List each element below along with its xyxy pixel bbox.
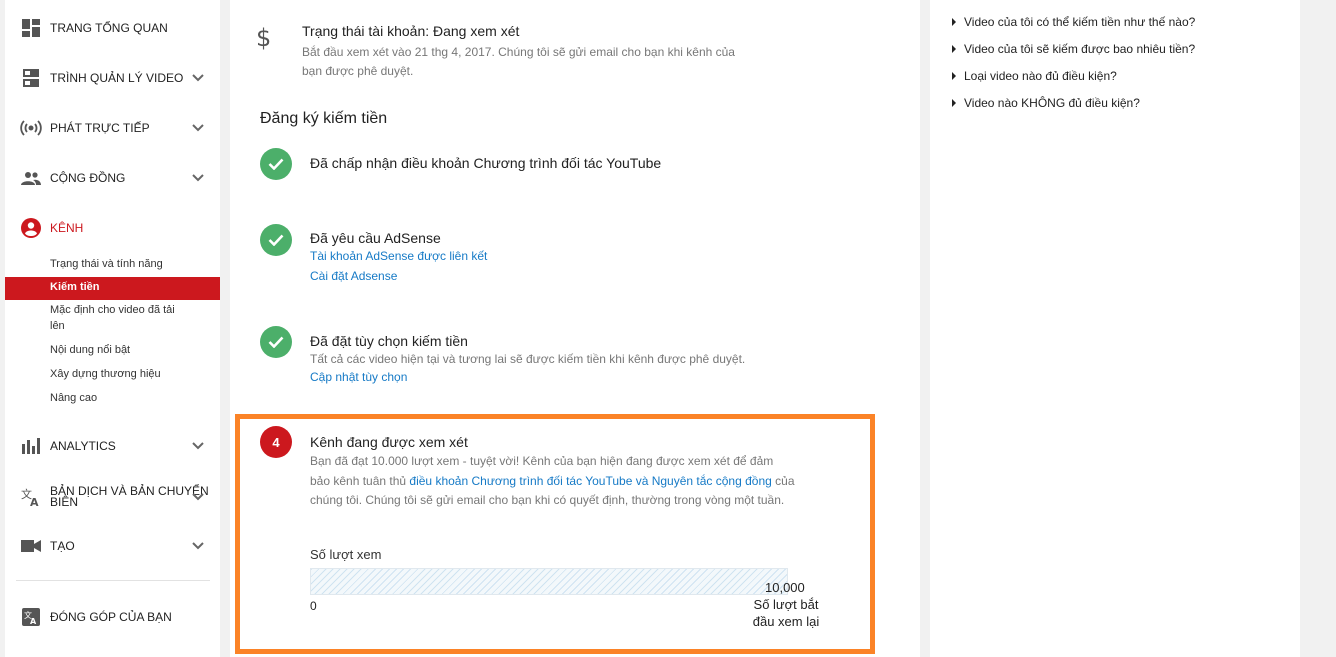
step2-title: Đã yêu cầu AdSense [310, 230, 441, 246]
nav-dashboard-label: TRANG TỔNG QUAN [50, 21, 168, 35]
partner-terms-link[interactable]: điều khoản Chương trình đối tác YouTube … [409, 474, 771, 488]
sidebar: TRANG TỔNG QUAN TRÌNH QUẢN LÝ VIDEO PHÁT… [5, 0, 220, 657]
chevron-down-icon[interactable] [191, 490, 205, 504]
sub-upload-defaults-line2: lên [50, 320, 65, 332]
step4-desc: Bạn đã đạt 10.000 lượt xem - tuyệt vời! … [310, 452, 795, 511]
account-status-desc-line1: Bắt đầu xem xét vào 21 thg 4, 2017. Chún… [302, 45, 735, 59]
video-manager-icon [20, 67, 42, 89]
triangle-right-icon [952, 45, 956, 53]
nav-video-manager-label: TRÌNH QUẢN LÝ VIDEO [50, 71, 184, 85]
triangle-right-icon [952, 99, 956, 107]
progress-axis-end-label: Số lượt bắt đầu xem lại [752, 597, 820, 629]
sub-monetization-label: Kiếm tiền [50, 281, 100, 293]
account-status-title: Trạng thái tài khoản: Đang xem xét [302, 23, 520, 39]
sub-featured-content[interactable]: Nội dung nổi bật [50, 342, 215, 358]
chevron-down-icon[interactable] [191, 71, 205, 85]
sub-status-features[interactable]: Trạng thái và tính năng [50, 256, 215, 272]
dollar-icon: $ [256, 24, 272, 52]
nav-community-label: CỘNG ĐỒNG [50, 171, 126, 185]
nav-dashboard[interactable]: TRANG TỔNG QUAN [5, 13, 220, 43]
nav-live[interactable]: PHÁT TRỰC TIẾP [5, 113, 220, 143]
nav-live-label: PHÁT TRỰC TIẾP [50, 121, 150, 135]
progress-axis-zero: 0 [310, 599, 317, 613]
chevron-down-icon[interactable] [191, 439, 205, 453]
nav-create-label: TẠO [50, 539, 75, 553]
nav-analytics[interactable]: ANALYTICS [5, 431, 220, 461]
help-item-label: Video của tôi sẽ kiếm được bao nhiêu tiề… [964, 42, 1196, 56]
chevron-down-icon[interactable] [191, 539, 205, 553]
nav-community[interactable]: CỘNG ĐỒNG [5, 163, 220, 193]
step3-desc: Tất cả các video hiện tại và tương lai s… [310, 352, 746, 366]
chevron-down-icon[interactable] [191, 121, 205, 135]
nav-translations-label: BẢN DỊCH VÀ BẢN CHUYỂN BIÊN [50, 485, 209, 509]
help-item[interactable]: Video nào KHÔNG đủ điều kiện? [952, 96, 1140, 110]
check-circle-icon [260, 326, 292, 358]
help-item-label: Video của tôi có thể kiếm tiền như thế n… [964, 15, 1196, 29]
help-item-label: Loại video nào đủ điều kiện? [964, 69, 1117, 83]
nav-translations-line2: BIÊN [50, 495, 79, 509]
nav-translations[interactable]: 文A BẢN DỊCH VÀ BẢN CHUYỂN BIÊN [5, 481, 220, 513]
adsense-linked-account-link[interactable]: Tài khoản AdSense được liên kết [310, 249, 487, 263]
adsense-settings-link[interactable]: Cài đặt Adsense [310, 269, 397, 283]
check-circle-icon [260, 148, 292, 180]
chevron-down-icon[interactable] [191, 171, 205, 185]
community-people-icon [20, 167, 42, 189]
live-broadcast-icon [20, 117, 42, 139]
triangle-right-icon [952, 18, 956, 26]
help-item[interactable]: Video của tôi sẽ kiếm được bao nhiêu tiề… [952, 42, 1195, 56]
sub-upload-defaults[interactable]: Mặc định cho video đã tải lên [50, 302, 215, 334]
nav-contributions-label: ĐÓNG GÓP CỦA BẠN [50, 610, 172, 624]
translate-contribution-icon: 文A [20, 606, 42, 628]
views-progress-bar [310, 568, 788, 595]
nav-channel[interactable]: KÊNH [5, 213, 220, 243]
views-goal-value: 10,000 [765, 580, 805, 595]
help-item[interactable]: Loại video nào đủ điều kiện? [952, 69, 1117, 83]
sub-advanced[interactable]: Nâng cao [50, 390, 215, 406]
views-label: Số lượt xem [310, 547, 382, 562]
account-status-desc: Bắt đầu xem xét vào 21 thg 4, 2017. Chún… [302, 43, 802, 81]
dashboard-icon [20, 17, 42, 39]
nav-analytics-label: ANALYTICS [50, 439, 116, 453]
sidebar-divider [16, 580, 210, 581]
update-preferences-link[interactable]: Cập nhật tùy chọn [310, 370, 407, 384]
step4-number-badge: 4 [260, 426, 292, 458]
step4-title: Kênh đang được xem xét [310, 434, 468, 450]
analytics-bar-chart-icon [20, 435, 42, 457]
svg-text:A: A [30, 617, 37, 626]
sub-branding[interactable]: Xây dựng thương hiệu [50, 366, 215, 382]
sub-monetization[interactable]: Kiếm tiền [5, 277, 220, 300]
triangle-right-icon [952, 72, 956, 80]
step1-title: Đã chấp nhận điều khoản Chương trình đối… [310, 155, 662, 171]
video-camera-icon [20, 535, 42, 557]
nav-video-manager[interactable]: TRÌNH QUẢN LÝ VIDEO [5, 63, 220, 93]
translate-icon: 文A [20, 486, 42, 508]
account-status-desc-line2: bạn được phê duyệt. [302, 64, 414, 78]
nav-contributions[interactable]: 文A ĐÓNG GÓP CỦA BẠN [5, 602, 220, 632]
section-title: Đăng ký kiếm tiền [260, 110, 388, 127]
nav-channel-label: KÊNH [50, 221, 84, 235]
help-item-label: Video nào KHÔNG đủ điều kiện? [964, 96, 1140, 110]
channel-account-icon [20, 217, 42, 239]
nav-create[interactable]: TẠO [5, 531, 220, 561]
check-circle-icon [260, 224, 292, 256]
step3-title: Đã đặt tùy chọn kiếm tiền [310, 333, 468, 349]
sub-upload-defaults-line1: Mặc định cho video đã tải [50, 304, 175, 316]
help-item[interactable]: Video của tôi có thể kiếm tiền như thế n… [952, 15, 1195, 29]
help-panel: Video của tôi có thể kiếm tiền như thế n… [930, 0, 1300, 657]
svg-text:A: A [30, 496, 39, 507]
